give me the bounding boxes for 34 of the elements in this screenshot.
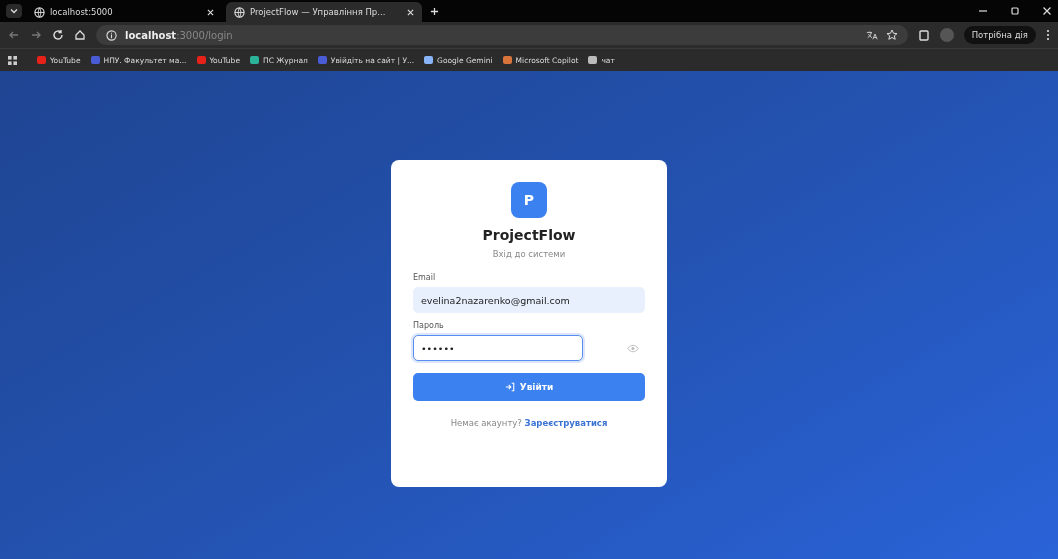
login-button[interactable]: Увійти <box>413 373 645 401</box>
app-title: ProjectFlow <box>482 227 576 243</box>
password-field[interactable]: •••••• <box>413 335 583 361</box>
home-icon[interactable] <box>74 29 86 41</box>
subtitle: Вхід до системи <box>492 249 566 259</box>
tab-title: localhost:5000 <box>50 7 114 17</box>
browser-tab[interactable]: ProjectFlow — Управління Пр... <box>226 2 422 22</box>
address-bar[interactable]: localhost:3000/login <box>96 25 908 45</box>
logo: P <box>511 182 547 218</box>
tab-title: ProjectFlow — Управління Пр... <box>250 7 387 17</box>
forward-icon[interactable] <box>30 29 42 41</box>
close-icon[interactable] <box>1042 6 1052 16</box>
login-icon <box>504 382 515 392</box>
register-link[interactable]: Зареєструватися <box>524 418 608 428</box>
back-icon[interactable] <box>8 29 20 41</box>
globe-icon <box>34 6 45 18</box>
new-tab-icon[interactable] <box>430 6 439 16</box>
menu-icon[interactable] <box>1046 29 1050 41</box>
field-label: Email <box>413 273 437 282</box>
close-icon[interactable] <box>407 8 414 16</box>
globe-icon <box>234 6 245 18</box>
restore-icon[interactable] <box>1010 6 1020 16</box>
info-icon <box>106 29 117 41</box>
email-field[interactable]: evelina2nazarenko@gmail.com <box>413 287 645 313</box>
profile-button[interactable]: Потрібна дія <box>963 26 1036 44</box>
close-icon[interactable] <box>207 8 214 16</box>
footer-text: Немає акаунту? <box>450 418 522 428</box>
apps-icon[interactable] <box>8 55 17 65</box>
star-icon[interactable] <box>885 29 898 41</box>
tab-menu-icon[interactable] <box>6 4 22 18</box>
field-label: Пароль <box>413 321 445 330</box>
browser-tab[interactable]: localhost:5000 <box>26 2 222 22</box>
reload-icon[interactable] <box>52 29 64 41</box>
translate-icon[interactable] <box>865 29 878 41</box>
